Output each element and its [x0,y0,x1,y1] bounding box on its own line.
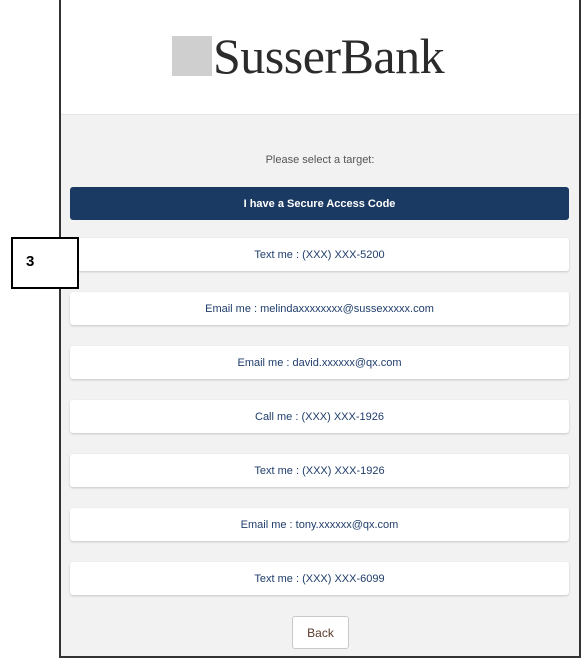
target-selection-panel: SusserBank Please select a target: I hav… [59,0,581,658]
text-me-1926-button[interactable]: Text me : (XXX) XXX-1926 [70,454,569,487]
step-annotation-label: 3 [11,237,79,289]
text-me-5200-button[interactable]: Text me : (XXX) XXX-5200 [70,238,569,271]
brand-name: SusserBank [213,28,445,84]
email-melinda-button[interactable]: Email me : melindaxxxxxxxx@sussexxxxx.co… [70,292,569,325]
email-david-button[interactable]: Email me : david.xxxxxx@qx.com [70,346,569,379]
secure-access-code-button[interactable]: I have a Secure Access Code [70,187,569,220]
call-me-1926-button[interactable]: Call me : (XXX) XXX-1926 [70,400,569,433]
back-button[interactable]: Back [292,616,349,649]
email-tony-button[interactable]: Email me : tony.xxxxxx@qx.com [70,508,569,541]
logo-square-icon [172,36,212,76]
header: SusserBank [61,0,579,115]
brand-logo: SusserBank [172,28,445,84]
select-target-prompt: Please select a target: [265,154,375,166]
page: SusserBank Please select a target: I hav… [0,0,583,660]
text-me-6099-button[interactable]: Text me : (XXX) XXX-6099 [70,562,569,595]
